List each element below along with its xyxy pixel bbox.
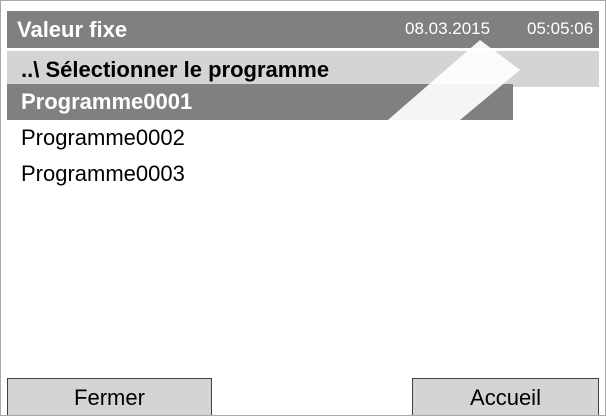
time-display: 05:05:06 [527,19,594,38]
date-display: 08.03.2015 [405,19,491,38]
subtitle-bar: ..\ Sélectionner le programme [7,51,599,87]
close-button[interactable]: Fermer [7,378,212,416]
program-label: Programme0001 [21,89,193,114]
title-bar: Valeur fixe 08.03.2015 05:05:06 [7,11,599,48]
program-list: Programme0001 Programme0002 Programme000… [7,84,513,192]
page-title: ..\ Sélectionner le programme [21,57,330,82]
program-select-screen: Valeur fixe 08.03.2015 05:05:06 ..\ Séle… [0,0,606,416]
mode-title: Valeur fixe [17,17,128,42]
program-list-item-2[interactable]: Programme0002 [7,120,513,156]
program-label: Programme0002 [21,125,185,150]
program-list-item-1[interactable]: Programme0001 [7,84,513,120]
program-list-item-3[interactable]: Programme0003 [7,156,513,192]
program-label: Programme0003 [21,161,185,186]
home-button[interactable]: Accueil [412,378,599,416]
